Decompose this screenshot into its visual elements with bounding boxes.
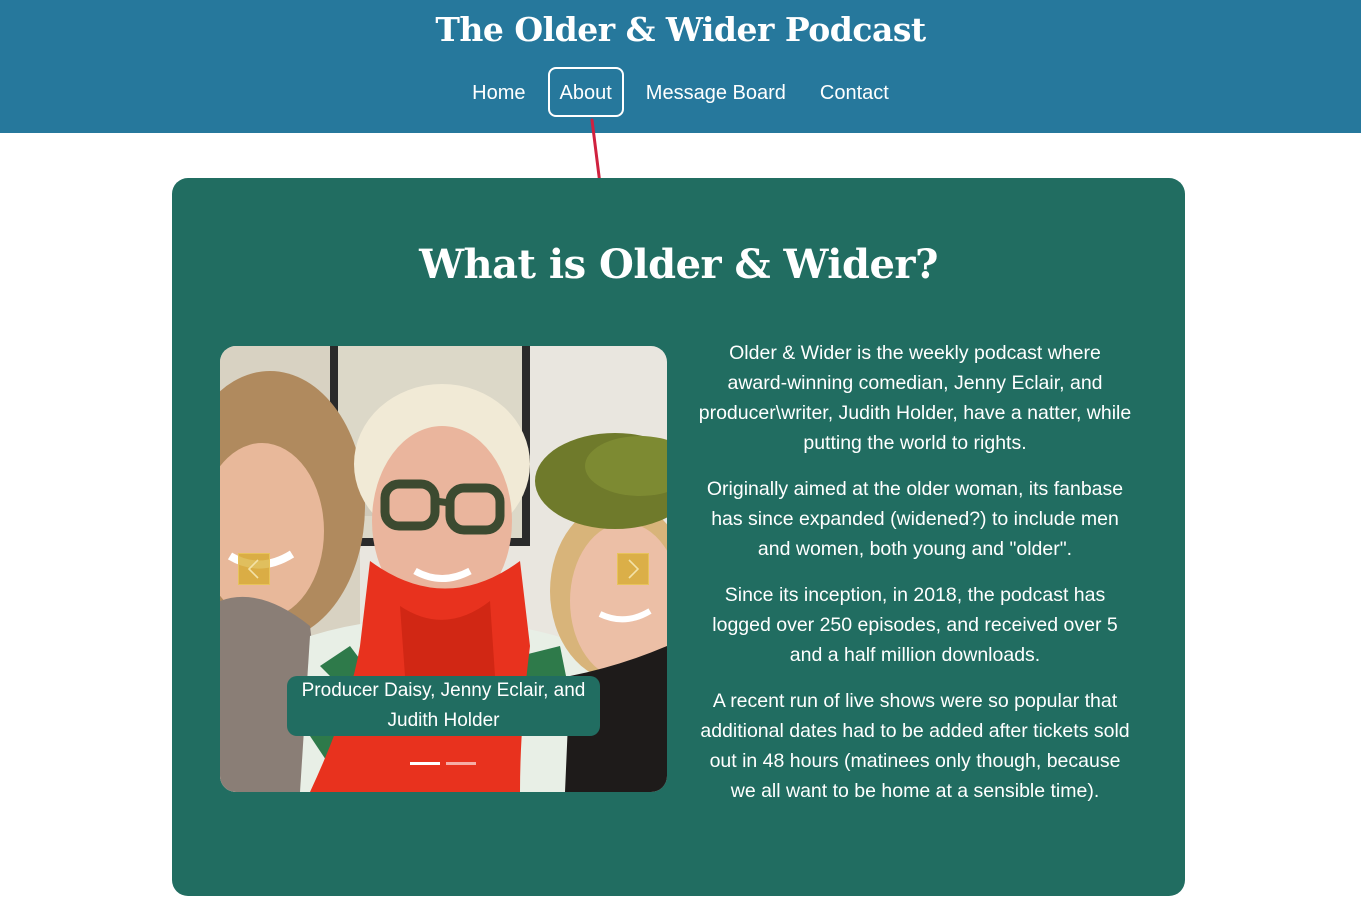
carousel-caption: Producer Daisy, Jenny Eclair, and Judith… xyxy=(287,676,600,736)
about-heading: What is Older & Wider? xyxy=(419,241,938,288)
photo-carousel[interactable]: Producer Daisy, Jenny Eclair, and Judith… xyxy=(220,346,667,792)
carousel-indicator-2[interactable] xyxy=(446,762,476,765)
chevron-left-icon xyxy=(247,559,259,579)
about-paragraph: A recent run of live shows were so popul… xyxy=(700,690,1130,802)
carousel-prev-button[interactable] xyxy=(238,553,270,585)
carousel-next-button[interactable] xyxy=(617,553,649,585)
about-paragraph: Since its inception, in 2018, the podcas… xyxy=(712,584,1118,666)
site-header: The Older & Wider Podcast Home About Mes… xyxy=(0,0,1361,133)
carousel-indicator-1[interactable] xyxy=(410,762,440,765)
about-paragraph: Older & Wider is the weekly podcast wher… xyxy=(698,342,1132,454)
chevron-right-icon xyxy=(628,559,640,579)
carousel-indicators xyxy=(410,762,476,765)
main-nav: Home About Message Board Contact xyxy=(0,67,1361,117)
site-title: The Older & Wider Podcast xyxy=(435,10,926,49)
about-text: Older & Wider is the weekly podcast wher… xyxy=(697,338,1133,822)
about-paragraph: Originally aimed at the older woman, its… xyxy=(706,478,1124,560)
about-section: What is Older & Wider? Producer Daisy, J… xyxy=(172,178,1185,896)
nav-contact[interactable]: Contact xyxy=(808,67,901,117)
nav-about[interactable]: About xyxy=(547,67,624,117)
nav-message-board[interactable]: Message Board xyxy=(634,67,798,117)
nav-home[interactable]: Home xyxy=(460,67,537,117)
